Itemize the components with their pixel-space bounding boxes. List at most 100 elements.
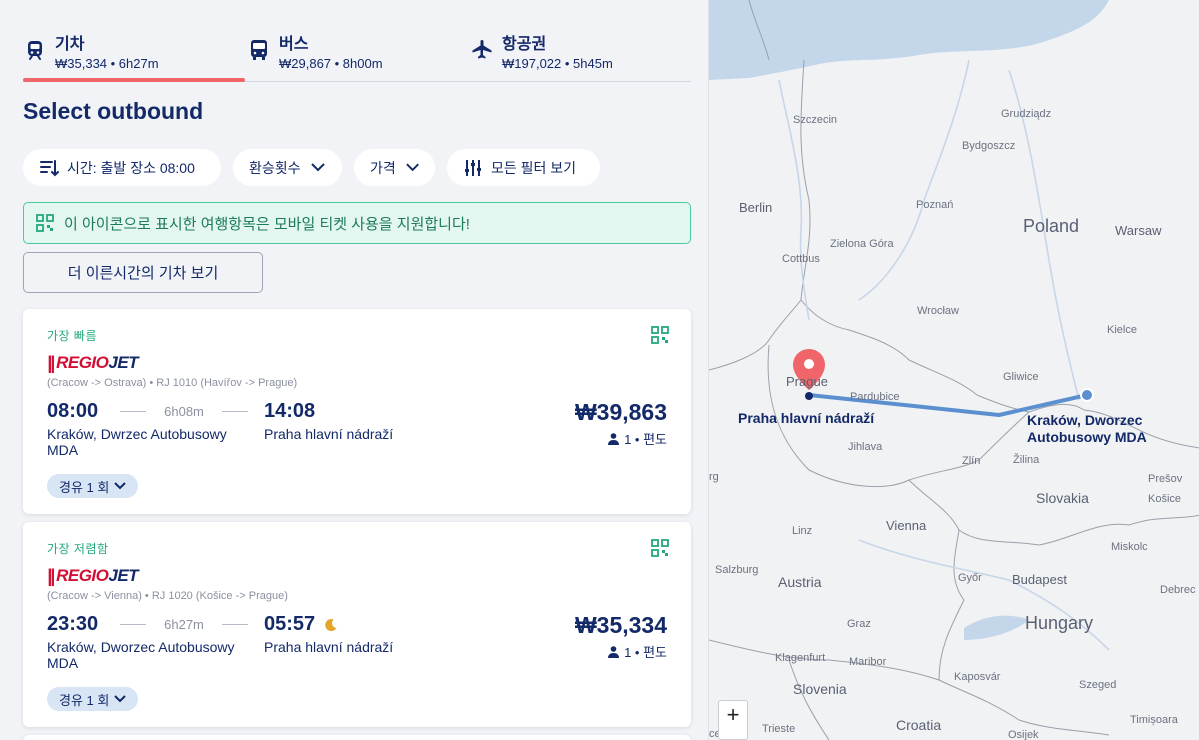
person-icon [608, 432, 620, 445]
all-filters-button[interactable]: 모든 필터 보기 [447, 149, 600, 186]
city-label: Gliwice [1003, 371, 1039, 383]
city-label: Trieste [762, 723, 796, 735]
country-label-slovenia: Slovenia [793, 681, 847, 697]
result-card[interactable] [23, 735, 691, 740]
cheapest-badge: 가장 저렴함 [47, 542, 109, 556]
tab-flights[interactable]: 항공권 ₩197,022 • 5h45m [470, 22, 670, 81]
city-label: Miskolc [1111, 541, 1148, 553]
city-label: Szeged [1079, 679, 1117, 691]
price-filter-label: 가격 [370, 159, 396, 176]
tab-train-label: 기차 [55, 36, 85, 53]
tab-flights-label: 항공권 [502, 36, 547, 53]
result-card[interactable]: 가장 빠름 || REGIO JET (Cracow -> Ostrava) • … [23, 309, 691, 514]
chevron-down-icon [114, 482, 127, 490]
country-label-slovakia: Slovakia [1036, 490, 1089, 506]
city-label: Poznań [916, 199, 954, 211]
city-label: Kaposvár [954, 671, 1001, 683]
results-panel: 기차 ₩35,334 • 6h27m 버스 ₩29,867 • 8h00m 항공… [0, 0, 708, 740]
city-label: Pardubice [850, 391, 900, 403]
country-label-austria: Austria [778, 574, 822, 590]
qr-code-icon [651, 326, 669, 344]
sort-icon [40, 159, 59, 176]
time-filter-label: 시간: 출발 장소 08:00 [67, 159, 195, 176]
stops-toggle[interactable]: 경유 1 회 [47, 687, 139, 711]
city-label: Timișoara [1130, 714, 1178, 726]
city-label: Salzburg [715, 564, 759, 576]
passengers-info: 1 • 편도 [608, 642, 667, 661]
zoom-in-button[interactable]: + [718, 700, 748, 740]
transfers-filter-button[interactable]: 환승횟수 [233, 149, 342, 186]
moon-icon [325, 618, 337, 631]
city-label: Wrocław [917, 305, 959, 317]
train-icon [28, 41, 42, 60]
arrival-station: Praha hlavní nádraží [264, 639, 394, 655]
city-label: Klagenfurt [775, 652, 826, 664]
notice-text: 이 아이콘으로 표시한 여행항목은 모바일 티켓 사용을 지원합니다! [64, 215, 470, 233]
city-label: Graz [847, 618, 871, 630]
city-label: Cottbus [782, 253, 820, 265]
departure-time: 08:00 [47, 400, 99, 422]
city-label: Zielona Góra [830, 238, 894, 250]
price: ₩35,334 [574, 612, 667, 638]
city-label: Žilina [1013, 454, 1040, 466]
city-label: Kielce [1107, 324, 1137, 336]
time-filter-button[interactable]: 시간: 출발 장소 08:00 [23, 149, 221, 186]
stops-toggle[interactable]: 경유 1 회 [47, 474, 139, 498]
arrival-time: 14:08 [264, 400, 316, 422]
transport-tabs: 기차 ₩35,334 • 6h27m 버스 ₩29,867 • 8h00m 항공… [23, 22, 691, 82]
earlier-trains-button[interactable]: 더 이른시간의 기차 보기 [23, 252, 263, 293]
chevron-down-icon [114, 695, 127, 703]
route-detail: (Cracow -> Ostrava) • RJ 1010 (Havířov -… [47, 377, 298, 389]
bus-icon [251, 40, 267, 60]
city-label: Jihlava [848, 441, 883, 453]
trip-duration: 6h27m [120, 617, 248, 632]
departure-time: 23:30 [47, 613, 99, 635]
route-detail: (Cracow -> Vienna) • RJ 1020 (Košice -> … [47, 590, 288, 602]
passengers-info: 1 • 편도 [608, 429, 667, 448]
origin-station-label: Kraków, Dworzec Autobusowy MDA [1027, 412, 1147, 445]
regiojet-logo: || REGIO JET [47, 352, 139, 373]
city-label: Linz [792, 525, 813, 537]
tab-bus-summary: ₩29,867 • 8h00m [279, 56, 383, 71]
price-filter-button[interactable]: 가격 [354, 149, 435, 186]
chevron-down-icon [310, 163, 325, 172]
capital-label-budapest: Budapest [1012, 572, 1067, 587]
page-title: Select outbound [23, 98, 204, 124]
route-map[interactable]: Poland Slovakia Austria Hungary Slovenia… [708, 0, 1199, 740]
arrival-station: Praha hlavní nádraží [264, 426, 394, 442]
result-card[interactable]: 가장 저렴함 || REGIO JET (Cracow -> Vienna) • … [23, 522, 691, 727]
tab-bus[interactable]: 버스 ₩29,867 • 8h00m [247, 22, 447, 81]
plane-icon [472, 40, 492, 59]
tab-flights-summary: ₩197,022 • 5h45m [502, 56, 613, 71]
all-filters-label: 모든 필터 보기 [491, 159, 577, 176]
capital-label-vienna: Vienna [886, 518, 927, 533]
origin-marker [1080, 388, 1094, 402]
qr-code-icon [651, 539, 669, 557]
country-label-croatia: Croatia [896, 717, 942, 733]
capital-label-berlin: Berlin [739, 200, 773, 215]
city-label: rg [709, 471, 719, 483]
fastest-badge: 가장 빠름 [47, 329, 97, 343]
tab-bus-label: 버스 [279, 36, 309, 53]
city-label: Osijek [1008, 729, 1039, 740]
tab-train[interactable]: 기차 ₩35,334 • 6h27m [23, 22, 245, 82]
destination-dot [805, 392, 813, 400]
sliders-icon [465, 159, 481, 176]
city-label: Košice [1148, 493, 1182, 505]
city-label: Debrec [1160, 584, 1196, 596]
regiojet-logo: || REGIO JET [47, 565, 139, 586]
tab-train-summary: ₩35,334 • 6h27m [55, 56, 159, 71]
city-label: Győr [958, 572, 982, 584]
city-label: Prešov [1148, 473, 1183, 485]
city-label: Bydgoszcz [962, 140, 1016, 152]
city-label: Grudziądz [1001, 108, 1052, 120]
capital-label-prague: Prague [786, 374, 828, 389]
map-base [709, 0, 1199, 740]
departure-station: Kraków, Dwrzec Autobusowy MDA [47, 426, 227, 458]
trip-duration: 6h08m [120, 404, 248, 419]
price: ₩39,863 [574, 399, 667, 425]
departure-station: Kraków, Dworzec Autobusowy MDA [47, 639, 235, 671]
country-label-poland: Poland [1023, 216, 1080, 236]
capital-label-warsaw: Warsaw [1115, 223, 1162, 238]
person-icon [608, 645, 620, 658]
